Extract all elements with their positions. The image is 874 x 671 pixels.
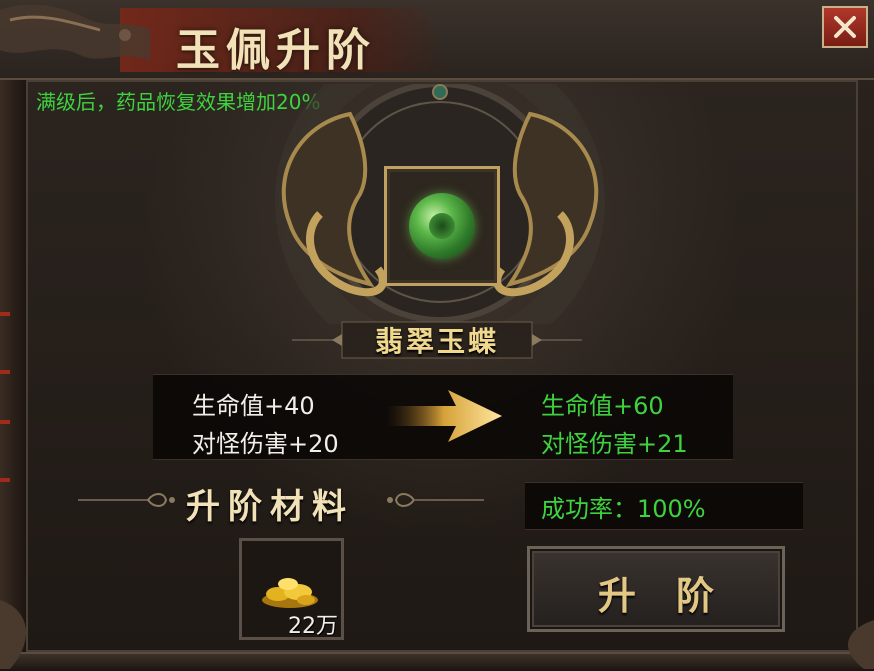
current-stat-damage: 对怪伤害+20 <box>192 430 339 458</box>
page-title: 玉佩升阶 <box>176 25 376 76</box>
material-count: 22万 <box>288 614 338 639</box>
materials-right-ornament <box>387 493 484 507</box>
close-icon <box>834 16 856 38</box>
next-stat-hp: 生命值+60 <box>541 392 664 420</box>
dragon-ornament-icon <box>0 4 150 60</box>
close-button[interactable] <box>822 6 868 48</box>
dragon-tail-ornament-icon <box>0 600 27 669</box>
next-stat-damage: 对怪伤害+21 <box>541 430 688 458</box>
success-rate: 成功率：100% <box>541 495 706 523</box>
bottom-frame-edge <box>0 652 874 671</box>
materials-left-ornament <box>78 493 175 507</box>
jade-pendant-core <box>429 213 455 239</box>
item-name: 翡翠玉蝶 <box>374 325 499 358</box>
gold-coins-icon <box>262 578 318 608</box>
corner-ornament-icon <box>847 620 874 669</box>
materials-title: 升阶材料 <box>186 487 354 527</box>
left-frame-edge <box>0 80 26 669</box>
current-stat-hp: 生命值+40 <box>192 392 315 420</box>
upgrade-arrow-icon <box>386 390 502 442</box>
upgrade-button-label: 升阶 <box>597 573 754 618</box>
